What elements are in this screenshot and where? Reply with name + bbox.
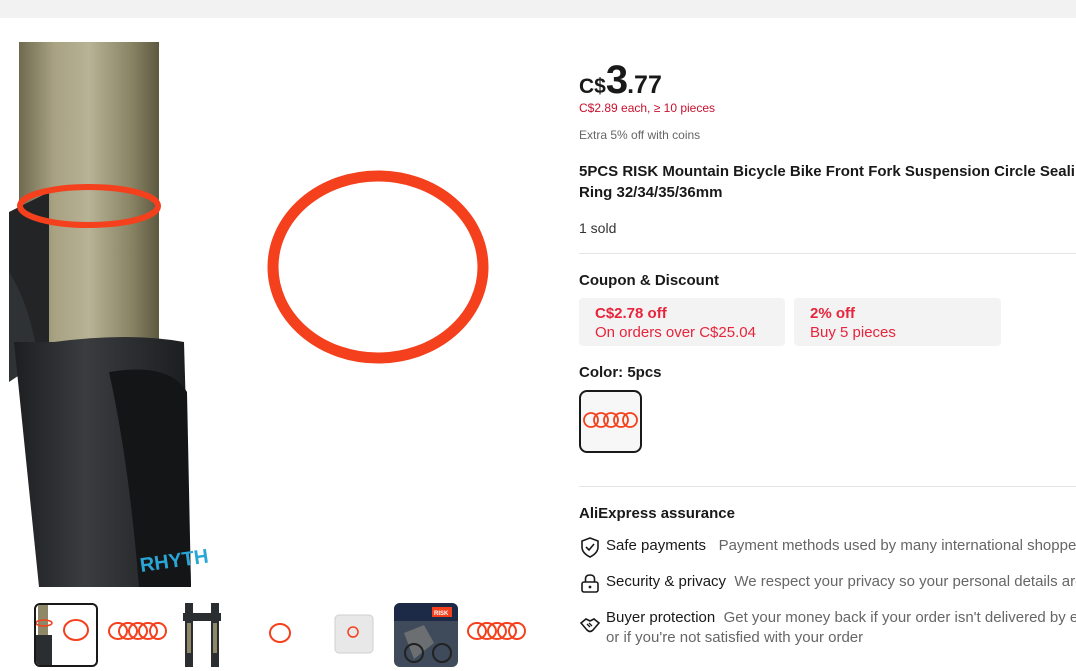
product-title: 5PCS RISK Mountain Bicycle Bike Front Fo…: [579, 161, 1076, 203]
assurance-safe-payments[interactable]: Safe payments Payment methods used by ma…: [579, 536, 1076, 558]
bulk-price: C$2.89 each, ≥ 10 pieces: [579, 101, 716, 115]
sold-count: 1 sold: [579, 220, 617, 236]
price-decimal: .77: [627, 71, 662, 99]
coupon-amount: 2% off: [810, 305, 855, 322]
assurance-label: Security & privacy: [606, 573, 727, 590]
thumbnail-5[interactable]: [317, 603, 381, 667]
coupon-condition: On orders over C$25.04: [595, 324, 756, 341]
thumbnail-strip: RISK: [34, 603, 554, 667]
price-integer: 3: [605, 58, 628, 102]
assurance-desc: Payment methods used by many internation…: [718, 537, 1076, 554]
product-info-panel: C$3.77 C$2.89 each, ≥ 10 pieces Extra 5%…: [579, 0, 1076, 671]
coupon-card-2[interactable]: 2% off Buy 5 pieces: [794, 298, 1001, 346]
assurance-security-privacy[interactable]: Security & privacy We respect your priva…: [579, 572, 1076, 594]
assurance-desc: We respect your privacy so your personal…: [734, 573, 1076, 590]
divider: [579, 486, 1076, 487]
five-rings-icon: [583, 412, 638, 428]
thumbnail-7[interactable]: [465, 603, 529, 667]
thumbnail-3[interactable]: [175, 603, 239, 667]
shield-check-icon: [581, 537, 599, 558]
assurance-desc: Get your money back if your order isn't …: [723, 609, 1076, 626]
thumbnail-2[interactable]: [104, 603, 168, 667]
assurance-label: Buyer protection: [606, 609, 716, 626]
handshake-icon: [579, 618, 601, 633]
color-heading: Color: 5pcs: [579, 364, 662, 381]
assurance-buyer-protection[interactable]: Buyer protection Get your money back if …: [579, 608, 1076, 652]
coupon-card-1[interactable]: C$2.78 off On orders over C$25.04: [579, 298, 785, 346]
coupon-condition: Buy 5 pieces: [810, 324, 896, 341]
product-title-line-1: 5PCS RISK Mountain Bicycle Bike Front Fo…: [579, 163, 1076, 180]
product-title-line-2: Ring 32/34/35/36mm: [579, 184, 723, 201]
lock-icon: [581, 574, 599, 593]
main-product-image[interactable]: RHYTH: [9, 42, 552, 587]
thumbnail-4[interactable]: [246, 603, 310, 667]
fork-and-ring-photo: RHYTH: [9, 42, 489, 587]
price: C$3.77: [579, 58, 662, 103]
coins-note: Extra 5% off with coins: [579, 128, 701, 142]
thumbnail-6[interactable]: RISK: [394, 603, 458, 667]
price-currency: C$: [579, 75, 606, 98]
divider: [579, 253, 1076, 254]
svg-text:RISK: RISK: [434, 611, 449, 617]
coupon-amount: C$2.78 off: [595, 305, 667, 322]
assurance-heading: AliExpress assurance: [579, 505, 735, 522]
assurance-desc-line-2: or if you're not satisfied with your ord…: [606, 629, 864, 646]
coupon-heading: Coupon & Discount: [579, 272, 719, 289]
thumbnail-1[interactable]: [34, 603, 98, 667]
assurance-label: Safe payments: [606, 537, 707, 554]
color-swatch-5pcs[interactable]: [579, 390, 642, 453]
